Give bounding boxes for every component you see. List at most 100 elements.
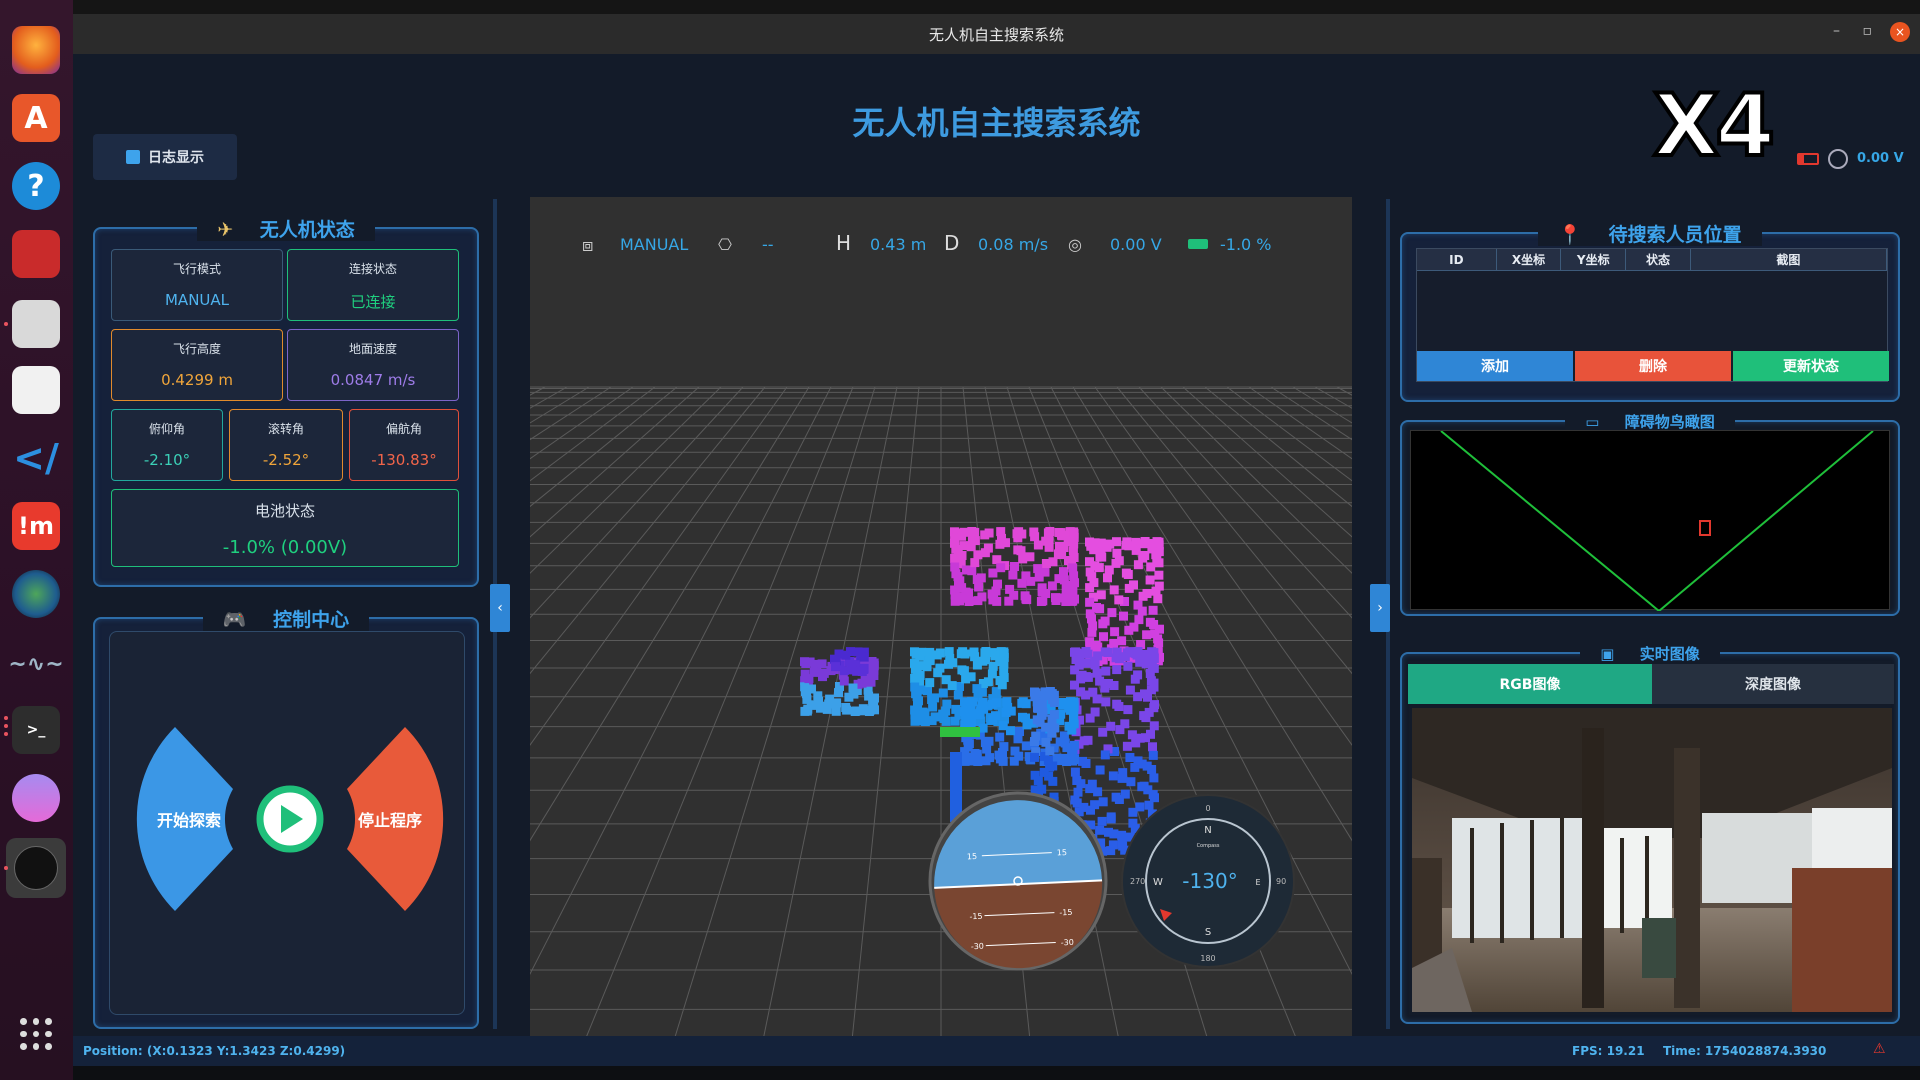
realtime-image-panel: ▣ 实时图像 RGB图像 深度图像 xyxy=(1400,645,1900,1024)
compass-tick-bottom: 180 xyxy=(1200,954,1215,963)
target-positions-title: 待搜索人员位置 xyxy=(1598,224,1752,246)
drone-marker xyxy=(1699,520,1711,536)
tab-depth[interactable]: 深度图像 xyxy=(1652,664,1894,704)
app-title: 无人机自主搜索系统 xyxy=(852,104,1141,142)
drone-app-icon[interactable] xyxy=(6,838,66,898)
stop-program-label[interactable]: 停止程序 xyxy=(358,807,422,831)
time-readout: Time: 1754028874.3930 xyxy=(1663,1044,1827,1058)
photo-viewer-icon[interactable] xyxy=(12,230,60,278)
hud-height: 0.43 m xyxy=(870,235,927,254)
hud-rc: -- xyxy=(762,235,774,254)
pitch-tick: 15 xyxy=(967,852,978,861)
column-header[interactable]: ID xyxy=(1417,249,1497,270)
fps-readout: FPS: 19.21 xyxy=(1572,1044,1645,1058)
pin-icon: 📍 xyxy=(1548,224,1593,246)
camera-scene xyxy=(1412,708,1892,1012)
close-button[interactable]: × xyxy=(1890,22,1910,42)
obstacle-panel: ▭ 障碍物鸟瞰图 xyxy=(1400,413,1900,616)
collapse-left-button[interactable]: ‹ xyxy=(490,584,510,632)
compass-s: S xyxy=(1205,927,1211,938)
ground-speed-value: 0.0847 m/s xyxy=(330,371,416,389)
log-display-button[interactable]: 日志显示 xyxy=(93,134,237,180)
compass-w: W xyxy=(1153,877,1163,888)
help-icon[interactable]: ? xyxy=(12,162,60,210)
map-icon: ▭ xyxy=(1575,413,1610,431)
hud-mode: MANUAL xyxy=(620,235,689,254)
altitude-value: 0.4299 m xyxy=(161,371,233,389)
column-header[interactable]: Y坐标 xyxy=(1561,249,1627,270)
column-header[interactable]: X坐标 xyxy=(1497,249,1562,270)
table-header: ID X坐标 Y坐标 状态 截图 xyxy=(1417,249,1887,271)
realtime-title: 实时图像 xyxy=(1629,645,1710,663)
pitch-tick: -15 xyxy=(969,912,982,922)
hud-h-label: H xyxy=(836,231,852,255)
battery-icon xyxy=(1188,239,1208,249)
flight-mode-value: MANUAL xyxy=(164,291,230,309)
running-indicator xyxy=(4,322,8,326)
compass-gauge: 0 180 270 90 N Compass S W E -130° xyxy=(1121,794,1295,968)
camera-feed xyxy=(1412,708,1892,1012)
delete-button[interactable]: 删除 xyxy=(1575,351,1731,381)
dock: A ? </ !m ~∿~ >_ xyxy=(0,0,73,1080)
yaw-card: 偏航角 -130.83° xyxy=(349,409,459,481)
battery-warning-icon xyxy=(1797,153,1819,165)
gauge-icon: ◎ xyxy=(1068,235,1082,254)
show-apps-icon[interactable] xyxy=(20,1018,52,1050)
position-readout: Position: (X:0.1323 Y:1.3423 Z:0.4299) xyxy=(83,1044,346,1058)
gamepad-icon: 🎮 xyxy=(212,609,257,631)
hud-battery: -1.0 % xyxy=(1220,235,1272,254)
drone-icon: ✈ xyxy=(207,219,244,241)
tab-rgb[interactable]: RGB图像 xyxy=(1408,664,1652,704)
compass-tick-left: 270 xyxy=(1130,877,1145,886)
impress-icon[interactable]: !m xyxy=(12,502,60,550)
compass-e: E xyxy=(1255,878,1260,887)
battery-card: 电池状态 -1.0% (0.00V) xyxy=(111,489,459,567)
battery-value: -1.0% (0.00V) xyxy=(222,537,348,558)
vscode-icon[interactable]: </ xyxy=(12,434,60,482)
add-button[interactable]: 添加 xyxy=(1417,351,1573,381)
warning-icon[interactable]: ⚠ xyxy=(1873,1041,1886,1057)
minimize-button[interactable]: – xyxy=(1833,23,1840,39)
drone-status-panel: ✈ 无人机状态 飞行模式 MANUAL 连接状态 已连接 飞行高度 0.4299… xyxy=(93,219,479,587)
hud-d-label: D xyxy=(944,231,960,255)
rc-icon: ⎔ xyxy=(718,235,732,254)
voltage-gauge-icon xyxy=(1828,149,1848,169)
ground-speed-card: 地面速度 0.0847 m/s xyxy=(287,329,459,401)
hud-voltage: 0.00 V xyxy=(1110,235,1162,254)
3d-view[interactable]: ⧈ MANUAL ⎔ -- H 0.43 m D 0.08 m/s ◎ 0.00… xyxy=(530,197,1352,1050)
column-header[interactable]: 状态 xyxy=(1626,249,1691,270)
yaw-value: -130.83° xyxy=(371,451,437,469)
hud-speed: 0.08 m/s xyxy=(978,235,1049,254)
cat-app-icon[interactable] xyxy=(12,774,60,822)
drone-status-title: 无人机状态 xyxy=(249,219,365,241)
camera-icon: ▣ xyxy=(1590,645,1625,663)
collapse-right-button[interactable]: › xyxy=(1370,584,1390,632)
pitch-tick: -15 xyxy=(1059,908,1072,918)
files-icon[interactable] xyxy=(12,300,60,348)
flight-mode-card: 飞行模式 MANUAL xyxy=(111,249,283,321)
connection-value: 已连接 xyxy=(350,293,396,311)
status-bar: Position: (X:0.1323 Y:1.3423 Z:0.4299) F… xyxy=(73,1036,1920,1066)
roll-value: -2.52° xyxy=(262,451,310,469)
text-editor-icon[interactable] xyxy=(12,366,60,414)
compass-label: Compass xyxy=(1197,843,1220,849)
maximize-button[interactable]: ▫ xyxy=(1863,23,1873,39)
system-monitor-icon[interactable]: ~∿~ xyxy=(8,640,63,688)
compass-tick-right: 90 xyxy=(1276,877,1286,886)
altitude-card: 飞行高度 0.4299 m xyxy=(111,329,283,401)
obstacle-map xyxy=(1410,430,1890,612)
top-strip xyxy=(0,0,1920,14)
attitude-indicator: 15 15 -15 -15 -30 -30 xyxy=(928,791,1108,971)
column-header[interactable]: 截图 xyxy=(1691,249,1887,270)
start-explore-label[interactable]: 开始探索 xyxy=(157,807,221,831)
connection-card: 连接状态 已连接 xyxy=(287,249,459,321)
terminal-icon[interactable]: >_ xyxy=(12,706,60,754)
firefox-icon[interactable] xyxy=(12,26,60,74)
browser-icon[interactable] xyxy=(12,570,60,618)
update-status-button[interactable]: 更新状态 xyxy=(1733,351,1889,381)
app-window: 无人机自主搜索系统 日志显示 X4 0.00 V ✈ 无人机状态 飞行模式 MA… xyxy=(73,54,1920,1066)
window-titlebar: 无人机自主搜索系统 – ▫ × xyxy=(73,14,1920,54)
app-center-icon[interactable]: A xyxy=(12,94,60,142)
top-voltage: 0.00 V xyxy=(1857,151,1904,166)
pitch-tick: -30 xyxy=(1061,938,1074,948)
